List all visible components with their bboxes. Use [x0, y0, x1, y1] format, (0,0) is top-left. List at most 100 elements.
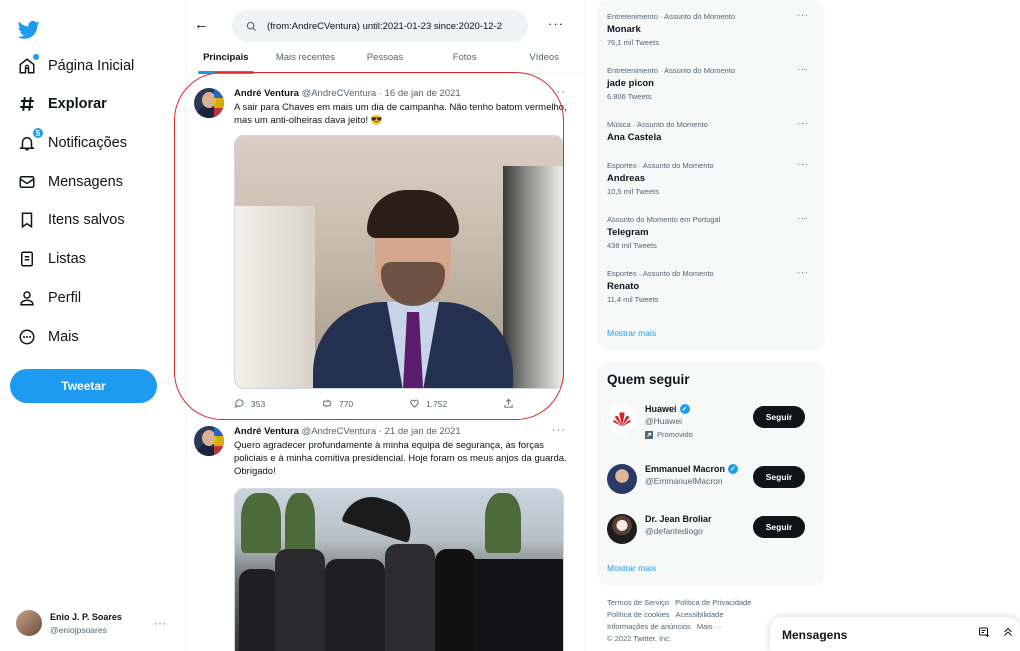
footer-link[interactable]: Informações de anúncios	[607, 622, 691, 631]
trend-category: Esportes · Assunto do Momento	[607, 269, 714, 278]
trend-item[interactable]: Esportes · Assunto do Momento Andreas 10…	[607, 159, 815, 196]
trend-more-icon[interactable]: ···	[797, 213, 809, 223]
share-icon	[504, 398, 513, 408]
left-nav: Página Inicial Explorar 5 Notificações M…	[0, 0, 175, 651]
envelope-icon	[16, 171, 38, 193]
bookmark-icon	[16, 209, 38, 231]
back-arrow-icon[interactable]: ←	[194, 16, 209, 33]
nav-item-label: Página Inicial	[48, 58, 135, 74]
tweet-author-name[interactable]: André Ventura	[234, 88, 299, 99]
reply-icon	[235, 399, 244, 409]
nav-item-explore[interactable]: Explorar	[16, 89, 107, 119]
like-button[interactable]: 1.752	[409, 398, 447, 409]
footer-link[interactable]: Política de cookies	[607, 610, 670, 619]
tab-videos[interactable]: Vídeos	[504, 52, 584, 73]
trend-item[interactable]: Música · Assunto do Momento Ana Castela …	[607, 118, 815, 143]
avatar	[607, 514, 637, 544]
trend-category: Esportes · Assunto do Momento	[607, 161, 714, 170]
trend-name: Telegram	[607, 227, 649, 238]
follow-button[interactable]: Seguir	[753, 516, 805, 538]
follow-name: Huawei	[645, 404, 677, 414]
tweet-avatar[interactable]	[194, 88, 224, 118]
home-icon	[16, 53, 40, 77]
tweet-more-icon[interactable]: ···	[552, 86, 566, 98]
who-to-follow-card: Quem seguir Huawei ✓ @Huawei Promovido S…	[597, 362, 825, 586]
trend-count: 11,4 mil Tweets	[607, 295, 659, 304]
like-count: 1.752	[425, 398, 448, 409]
search-tabs: Principais Mais recentes Pessoas Fotos V…	[186, 52, 584, 74]
nav-item-label: Itens salvos	[48, 212, 125, 228]
tweet-header: André Ventura @AndreCVentura · 21 de jan…	[234, 426, 461, 437]
nav-item-home[interactable]: Página Inicial	[16, 51, 134, 81]
tweet-button[interactable]: Tweetar	[10, 369, 157, 403]
trend-item[interactable]: Esportes · Assunto do Momento Renato 11,…	[607, 267, 815, 304]
trend-category: Música · Assunto do Momento	[607, 120, 708, 129]
tweet-photo[interactable]	[234, 135, 564, 389]
footer-link[interactable]: Termos de Serviço	[607, 598, 669, 607]
tweet-actions: 353 770 1.752	[234, 398, 514, 409]
footer-link[interactable]: Mais ···	[697, 622, 722, 631]
trend-item[interactable]: Assunto do Momento em Portugal Telegram …	[607, 213, 815, 250]
nav-item-label: Notificações	[48, 135, 127, 151]
retweet-count: 770	[338, 398, 354, 409]
trend-more-icon[interactable]: ···	[797, 159, 809, 169]
trend-more-icon[interactable]: ···	[797, 267, 809, 277]
reply-button[interactable]: 353	[234, 398, 265, 409]
nav-item-label: Explorar	[48, 96, 107, 112]
tweet-photo[interactable]	[234, 488, 564, 651]
twitter-logo-icon[interactable]	[18, 20, 40, 40]
trend-more-icon[interactable]: ···	[797, 10, 809, 20]
new-message-icon[interactable]	[978, 626, 990, 641]
follow-handle: @EmmanuelMacron	[645, 476, 723, 486]
account-switcher[interactable]: Enio J. P. Soares @eniojpsoares ···	[16, 608, 166, 638]
chevron-up-icon[interactable]	[1002, 626, 1014, 641]
tweet[interactable]: André Ventura @AndreCVentura · 21 de jan…	[186, 424, 584, 651]
trend-name: Ana Castela	[607, 132, 662, 143]
promoted-label: Promovido	[657, 430, 693, 439]
footer-link[interactable]: Acessibilidade	[676, 610, 724, 619]
tab-mais-recentes[interactable]: Mais recentes	[266, 52, 346, 73]
search-icon	[246, 21, 257, 31]
nav-item-profile[interactable]: Perfil	[16, 283, 81, 313]
notifications-badge: 5	[32, 127, 44, 139]
nav-item-label: Listas	[48, 251, 86, 267]
follow-show-more-link[interactable]: Mostrar mais	[607, 563, 656, 573]
search-box[interactable]	[232, 10, 528, 42]
follow-suggestion[interactable]: Emmanuel Macron ✓ @EmmanuelMacron Seguir	[607, 462, 815, 498]
trend-count: 76,1 mil Tweets	[607, 38, 659, 47]
trends-show-more-link[interactable]: Mostrar mais	[607, 328, 656, 338]
trend-name: Renato	[607, 281, 640, 292]
trend-item[interactable]: Entretenimento · Assunto do Momento jade…	[607, 64, 815, 101]
messages-drawer[interactable]: Mensagens	[770, 617, 1020, 651]
tweet-more-icon[interactable]: ···	[552, 424, 566, 436]
nav-item-bookmarks[interactable]: Itens salvos	[16, 205, 125, 235]
nav-item-more[interactable]: Mais	[16, 322, 79, 352]
follow-button[interactable]: Seguir	[753, 466, 805, 488]
follow-suggestion[interactable]: Huawei ✓ @Huawei Promovido Seguir	[607, 402, 815, 439]
nav-item-label: Perfil	[48, 290, 82, 306]
footer-link[interactable]: Política de Privacidade	[675, 598, 751, 607]
nav-item-notifications[interactable]: 5 Notificações	[16, 127, 127, 158]
nav-item-messages[interactable]: Mensagens	[16, 167, 123, 197]
share-button[interactable]	[503, 398, 514, 409]
tab-pessoas[interactable]: Pessoas	[345, 52, 425, 73]
trend-more-icon[interactable]: ···	[797, 64, 809, 74]
tweet-avatar[interactable]	[194, 426, 224, 456]
search-options-icon[interactable]: ···	[548, 16, 564, 31]
trend-count: 438 mil Tweets	[607, 241, 657, 250]
tweet[interactable]: André Ventura @AndreCVentura · 16 de jan…	[186, 86, 584, 413]
retweet-button[interactable]: 770	[321, 398, 353, 409]
search-input[interactable]	[267, 20, 517, 32]
promoted-row: Promovido	[645, 430, 693, 439]
tab-fotos[interactable]: Fotos	[425, 52, 505, 73]
tab-principais[interactable]: Principais	[186, 52, 266, 74]
tweet-author-name[interactable]: André Ventura	[234, 426, 299, 437]
nav-item-lists[interactable]: Listas	[16, 244, 86, 274]
verified-icon: ✓	[679, 404, 690, 414]
heart-icon	[410, 399, 419, 408]
follow-button[interactable]: Seguir	[753, 406, 805, 428]
trend-item[interactable]: Entretenimento · Assunto do Momento Mona…	[607, 10, 815, 47]
follow-name: Emmanuel Macron	[645, 464, 726, 474]
follow-suggestion[interactable]: Dr. Jean Broliar @defantediogo Seguir	[607, 512, 815, 548]
trend-more-icon[interactable]: ···	[797, 118, 809, 128]
